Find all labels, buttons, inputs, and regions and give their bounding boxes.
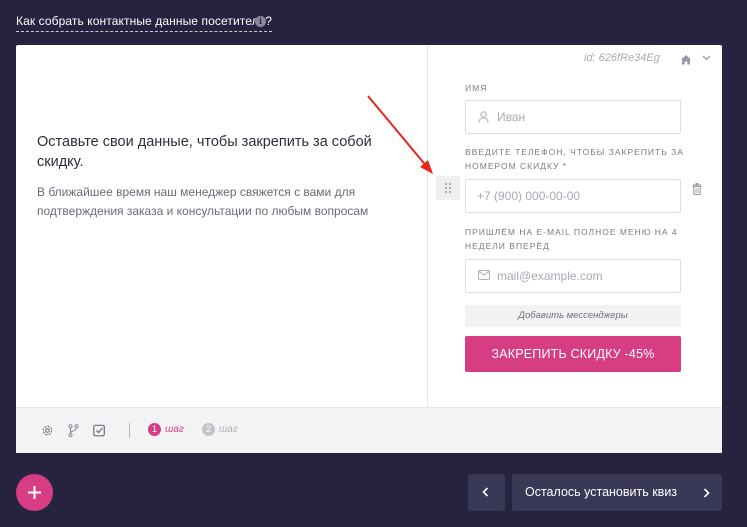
- mail-icon: [478, 270, 490, 280]
- card-footer: 1 шаг 2 шаг: [16, 407, 722, 453]
- email-placeholder: mail@example.com: [497, 269, 603, 283]
- phone-input[interactable]: +7 (900) 000-00-00: [465, 179, 681, 213]
- step-2-tab[interactable]: 2 шаг: [202, 423, 238, 437]
- email-label: Пришлём на e-mail полное меню на 4 недел…: [465, 227, 678, 251]
- step-1-label: шаг: [165, 424, 184, 435]
- name-input[interactable]: Иван: [465, 100, 681, 134]
- step-1-tab[interactable]: 1 шаг: [148, 423, 184, 437]
- name-label: Имя: [465, 83, 488, 93]
- user-icon: [478, 111, 489, 123]
- trash-icon[interactable]: [692, 183, 702, 195]
- form-subtext: В ближайшее время наш менеджер свяжется …: [37, 185, 369, 218]
- quiz-card: Оставьте свои данные, чтобы закрепить за…: [16, 45, 722, 453]
- form-id: id: 626fRe34Eg: [584, 52, 660, 64]
- checklist-icon[interactable]: [93, 424, 106, 437]
- gear-icon[interactable]: [41, 424, 54, 437]
- branch-icon[interactable]: [68, 424, 79, 437]
- claim-discount-button[interactable]: ЗАКРЕПИТЬ СКИДКУ -45%: [465, 336, 681, 372]
- email-input[interactable]: mail@example.com: [465, 259, 681, 293]
- chevron-down-icon[interactable]: [702, 55, 711, 61]
- info-icon[interactable]: i: [255, 16, 266, 27]
- next-step-label: Осталось установить квиз: [525, 485, 678, 499]
- help-link[interactable]: Как собрать контактные данные посетителя…: [16, 14, 273, 32]
- name-placeholder: Иван: [497, 110, 526, 124]
- home-icon[interactable]: [680, 54, 692, 65]
- phone-placeholder: +7 (900) 000-00-00: [477, 189, 581, 203]
- drag-handle-icon[interactable]: [436, 176, 460, 200]
- step-2-number: 2: [202, 423, 215, 436]
- prev-button[interactable]: [468, 474, 505, 511]
- next-step-button[interactable]: Осталось установить квиз: [512, 474, 722, 511]
- add-button[interactable]: [16, 474, 53, 511]
- content-pane[interactable]: Оставьте свои данные, чтобы закрепить за…: [16, 45, 427, 407]
- phone-label: Введите телефон, чтобы закрепить за номе…: [465, 147, 684, 171]
- chevron-left-icon: [482, 487, 489, 497]
- footer-separator: [129, 423, 130, 438]
- plus-icon: [28, 486, 41, 499]
- pane-divider: [427, 45, 428, 407]
- form-headline: Оставьте свои данные, чтобы закрепить за…: [37, 134, 372, 170]
- step-1-number: 1: [148, 423, 161, 436]
- step-2-label: шаг: [219, 424, 238, 435]
- chevron-right-icon: [703, 488, 710, 498]
- add-messengers-button[interactable]: Добавить мессенджеры: [465, 305, 681, 327]
